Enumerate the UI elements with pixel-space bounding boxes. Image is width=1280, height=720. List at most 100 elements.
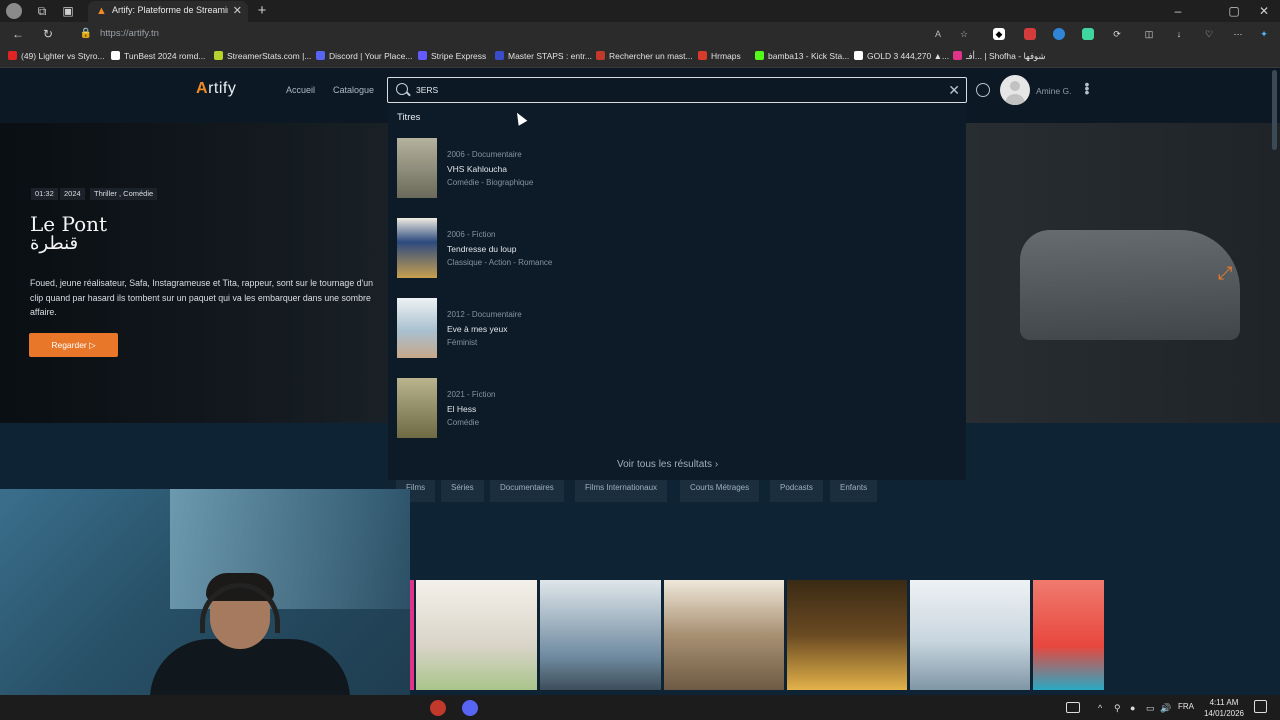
language-globe-icon[interactable] bbox=[976, 83, 990, 97]
downloads-icon[interactable]: ↓ bbox=[1173, 28, 1185, 40]
hero-description: Foued, jeune réalisateur, Safa, Instagra… bbox=[30, 278, 374, 317]
extension-blue-icon[interactable] bbox=[1053, 28, 1065, 40]
bookmark-item[interactable]: StreamerStats.com |... bbox=[214, 51, 311, 61]
clock[interactable]: 4:11 AM 14/01/2026 bbox=[1200, 697, 1248, 719]
category-films-internationaux[interactable]: Films Internationaux bbox=[575, 478, 668, 502]
poster-card[interactable] bbox=[910, 580, 1030, 690]
windows-taskbar bbox=[0, 695, 1280, 720]
artify-favicon-icon: ▲ bbox=[96, 5, 107, 17]
read-aloud-icon[interactable]: A bbox=[932, 28, 944, 40]
category-documentaires[interactable]: Documentaires bbox=[490, 478, 564, 502]
browser-essentials-icon[interactable]: ♡ bbox=[1203, 28, 1215, 40]
result-title: El Hess bbox=[447, 404, 477, 414]
page-scrollbar[interactable] bbox=[1272, 70, 1277, 150]
back-icon[interactable]: ← bbox=[10, 26, 26, 42]
poster-card[interactable] bbox=[787, 580, 907, 690]
window-close-icon[interactable]: ✕ bbox=[1256, 3, 1272, 19]
url-field[interactable]: 🔒 bbox=[72, 24, 982, 44]
avatar[interactable] bbox=[1000, 75, 1030, 105]
result-poster bbox=[397, 138, 437, 198]
profile-icon[interactable] bbox=[6, 3, 22, 19]
network-icon[interactable]: ⚲ bbox=[1114, 702, 1130, 718]
poster-card[interactable] bbox=[416, 580, 537, 690]
expand-icon[interactable]: ⤢ bbox=[1218, 262, 1240, 284]
watch-button[interactable]: Regarder ▷ bbox=[29, 333, 118, 357]
extension-green-icon[interactable] bbox=[1082, 28, 1094, 40]
reload-icon[interactable]: ↻ bbox=[40, 26, 56, 42]
category-courts-metrages[interactable]: Courts Métrages bbox=[680, 478, 760, 502]
bookmark-label: Master STAPS : entr... bbox=[508, 51, 592, 61]
lock-icon[interactable]: 🔒 bbox=[78, 26, 94, 42]
bookmark-item[interactable]: GOLD 3 444,270 ▲... bbox=[854, 51, 949, 61]
category-series[interactable]: Séries bbox=[441, 478, 484, 502]
bookmark-label: أفـ... | Shofha - شوفها bbox=[966, 51, 1046, 61]
search-icon bbox=[396, 83, 408, 95]
search-result-item[interactable]: 2006 - Documentaire VHS Kahloucha Comédi… bbox=[397, 138, 697, 198]
poster-card[interactable] bbox=[540, 580, 661, 690]
volume-icon[interactable]: 🔊 bbox=[1160, 702, 1176, 718]
input-language[interactable]: FRA bbox=[1178, 702, 1194, 711]
bookmark-favicon-icon bbox=[418, 51, 427, 60]
new-tab-icon[interactable]: + bbox=[254, 3, 270, 19]
bookmark-label: StreamerStats.com |... bbox=[227, 51, 312, 61]
result-poster bbox=[397, 218, 437, 278]
nav-catalogue[interactable]: Catalogue bbox=[333, 85, 374, 95]
bookmark-item[interactable]: (49) Lighter vs Styro... bbox=[8, 51, 105, 61]
minimize-icon[interactable]: – bbox=[1170, 3, 1186, 19]
bookmark-item[interactable]: Hrmaps bbox=[698, 51, 741, 61]
bookmark-item[interactable]: bamba13 - Kick Sta... bbox=[755, 51, 849, 61]
extension-red-icon[interactable] bbox=[1024, 28, 1036, 40]
extensions-refresh-icon[interactable]: ⟳ bbox=[1111, 28, 1123, 40]
bookmark-item[interactable]: Master STAPS : entr... bbox=[495, 51, 592, 61]
hero-overlay bbox=[0, 123, 400, 423]
bookmark-favicon-icon bbox=[495, 51, 504, 60]
search-input[interactable]: 3ERS ✕ bbox=[387, 77, 967, 103]
bookmark-label: TunBest 2024 romd... bbox=[124, 51, 206, 61]
search-result-item[interactable]: 2006 - Fiction Tendresse du loup Classiq… bbox=[397, 218, 697, 278]
more-menu-icon[interactable]: ⋯ bbox=[1232, 28, 1244, 40]
result-title: Tendresse du loup bbox=[447, 244, 517, 254]
bookmark-item[interactable]: Discord | Your Place... bbox=[316, 51, 412, 61]
favorite-star-icon[interactable]: ☆ bbox=[958, 28, 970, 40]
bookmark-favicon-icon bbox=[316, 51, 325, 60]
copilot-icon[interactable]: ✦ bbox=[1258, 28, 1270, 40]
microphone-icon[interactable]: ● bbox=[1130, 702, 1146, 718]
tab-artify[interactable]: ▲ Artify: Plateforme de Streaming V ✕ bbox=[88, 1, 248, 22]
category-enfants[interactable]: Enfants bbox=[830, 478, 878, 502]
user-name[interactable]: Amine G. bbox=[1036, 86, 1071, 96]
bookmark-item[interactable]: Stripe Express bbox=[418, 51, 486, 61]
search-result-item[interactable]: 2012 - Documentaire Eve à mes yeux Fémin… bbox=[397, 298, 697, 358]
bookmark-label: (49) Lighter vs Styro... bbox=[21, 51, 105, 61]
tab-actions-icon[interactable]: ▣ bbox=[60, 3, 76, 19]
result-meta: 2021 - Fiction bbox=[447, 390, 496, 399]
taskbar-app-icon[interactable] bbox=[430, 700, 446, 716]
clear-search-icon[interactable]: ✕ bbox=[948, 82, 960, 99]
workspaces-icon[interactable]: ⧉ bbox=[34, 3, 50, 19]
extension-diamond-icon[interactable]: ◆ bbox=[993, 28, 1005, 40]
notifications-icon[interactable] bbox=[1254, 700, 1267, 713]
result-title: VHS Kahloucha bbox=[447, 164, 508, 174]
bookmark-item[interactable]: أفـ... | Shofha - شوفها bbox=[953, 51, 1046, 62]
category-podcasts[interactable]: Podcasts bbox=[770, 478, 823, 502]
close-tab-icon[interactable]: ✕ bbox=[233, 4, 242, 17]
result-meta: 2006 - Fiction bbox=[447, 230, 496, 239]
nav-accueil[interactable]: Accueil bbox=[286, 85, 315, 95]
url-text: https://artify.tn bbox=[100, 28, 159, 39]
poster-card[interactable] bbox=[1033, 580, 1104, 690]
bookmark-item[interactable]: Rechercher un mast... bbox=[596, 51, 693, 61]
bookmark-favicon-icon bbox=[953, 51, 962, 60]
kebab-menu-icon[interactable]: • • • bbox=[1084, 77, 1090, 99]
bookmark-label: Hrmaps bbox=[711, 51, 741, 61]
artify-logo[interactable]: Artify bbox=[196, 80, 236, 98]
keyboard-icon[interactable] bbox=[1066, 702, 1080, 713]
split-screen-icon[interactable]: ◫ bbox=[1143, 28, 1155, 40]
see-all-results-link[interactable]: Voir tous les résultats › bbox=[617, 459, 718, 470]
search-result-item[interactable]: 2021 - Fiction El Hess Comédie bbox=[397, 378, 697, 438]
bookmark-item[interactable]: TunBest 2024 romd... bbox=[111, 51, 205, 61]
poster-card[interactable] bbox=[664, 580, 784, 690]
maximize-icon[interactable]: ▢ bbox=[1226, 3, 1242, 19]
result-genres: Féminist bbox=[447, 338, 478, 347]
result-poster bbox=[397, 378, 437, 438]
discord-taskbar-icon[interactable] bbox=[462, 700, 478, 716]
tray-chevron-icon[interactable]: ^ bbox=[1098, 702, 1114, 718]
